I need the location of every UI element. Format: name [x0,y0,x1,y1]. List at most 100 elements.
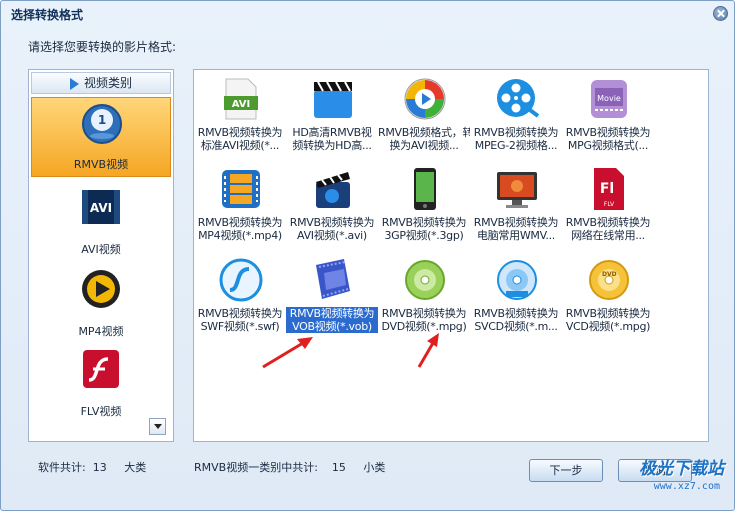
flv-icon [83,350,119,388]
annotation-arrow-icon [417,333,439,368]
category-label: RMVB视频 [73,158,129,171]
format-item-mpeg2[interactable]: RMVB视频转换为 MPEG-2视频格... [470,72,562,156]
format-item-online[interactable]: Fl FLV RMVB视频转换为 网络在线常用... [562,162,654,246]
svg-text:1: 1 [98,113,106,127]
svg-text:AVI: AVI [90,201,112,215]
format-label-line1: RMVB视频转换为 [289,216,375,229]
software-total-label: 软件共计: [38,461,86,474]
format-label-line2: MP4视频(*.mp4) [198,229,282,242]
category-header[interactable]: 视频类别 [31,72,171,94]
format-label-line1: RMVB视频转换为 [197,126,283,139]
format-prompt: 请选择您要转换的影片格式: [28,40,177,54]
phone-icon [414,168,436,210]
title-bar[interactable]: 选择转换格式 [1,1,734,27]
software-total: 软件共计: 13 大类 [38,459,146,475]
mp4-icon [82,270,120,308]
format-label-line1: HD高清RMVB视 [292,126,372,139]
category-panel: 视频类别 1 RMVB视频 AVI AVI视频 MP4视频 FLV视频 [28,69,174,442]
format-item-3gp[interactable]: RMVB视频转换为 3GP视频(*.3gp) [378,162,470,246]
svcd-disc-icon [497,260,537,300]
format-dialog: 选择转换格式 请选择您要转换的影片格式: 视频类别 1 RMVB视频 AVI A… [0,0,735,511]
movie-clapper-icon [316,172,350,208]
software-total-unit: 大类 [124,461,147,474]
monitor-icon [497,172,537,208]
format-label-line1: RMVB视频转换为 [565,216,651,229]
format-label-line1: RMVB视频转换为 [565,307,651,320]
format-item-vob[interactable]: RMVB视频转换为 VOB视频(*.vob) [286,253,378,337]
category-item-mp4[interactable]: MP4视频 [31,263,171,343]
film-strip-icon [222,170,260,208]
format-item-wmv[interactable]: RMVB视频转换为 电脑常用WMV... [470,162,562,246]
format-item-mpg[interactable]: Movie RMVB视频转换为 MPG视频格式(... [562,72,654,156]
category-label: AVI视频 [81,243,121,256]
format-label-line1: RMVB视频转换为 [381,216,467,229]
next-button[interactable]: 下一步 [529,459,603,482]
format-label-line1: RMVB视频转换为 [473,307,559,320]
avi-icon: AVI [82,190,120,224]
format-item-hd[interactable]: HD高清RMVB视 频转换为HD高... [286,72,378,156]
svg-text:FLV: FLV [604,201,615,208]
rmvb-icon: 1 [82,104,122,144]
media-player-icon [404,78,446,120]
watermark-logo: 极光下载站 [639,459,724,479]
format-label-line1: RMVB视频转换为 [197,307,283,320]
format-item-dvd[interactable]: RMVB视频转换为 DVD视频(*.mpg) [378,253,470,337]
category-total: RMVB视频一类别中共计: 15 小类 [194,459,385,475]
close-icon[interactable] [713,6,728,21]
category-header-label: 视频类别 [83,76,132,90]
format-item-swf[interactable]: RMVB视频转换为 SWF视频(*.swf) [194,253,286,337]
format-label-line2: 换为AVI视频... [389,139,459,152]
svg-text:Fl: Fl [600,181,614,197]
format-label-line2: AVI视频(*.avi) [297,229,367,242]
svg-text:Movie: Movie [597,94,621,103]
format-label-line1: RMVB视频转换为 [197,216,283,229]
avi-file-icon: AVI [224,78,258,120]
format-label-line2: 3GP视频(*.3gp) [384,229,464,242]
category-total-label: RMVB视频一类别中共计: [194,461,318,474]
clapperboard-icon [314,81,352,118]
watermark-url: www.xz7.com [653,481,720,492]
format-item-vcd[interactable]: DVD RMVB视频转换为 VCD视频(*.mpg) [562,253,654,337]
format-label-line2: MPEG-2视频格... [474,139,558,152]
category-total-unit: 小类 [363,461,386,474]
format-grid: AVI RMVB视频转换为 标准AVI视频(*... HD高清RMVB视 频转换… [193,69,709,442]
format-label-line2: 电脑常用WMV... [477,229,555,242]
format-label-line2: SVCD视频(*.m... [474,320,558,333]
format-label-line2: 频转换为HD高... [292,139,372,152]
format-item-avi-format[interactable]: RMVB视频格式，转 换为AVI视频... [378,72,470,156]
format-label-line1: RMVB视频格式，转 [378,126,470,139]
svg-text:DVD: DVD [602,271,617,278]
format-label-line2: 标准AVI视频(*... [200,139,280,152]
movie-file-icon: Movie [591,80,627,118]
format-item-mp4[interactable]: RMVB视频转换为 MP4视频(*.mp4) [194,162,286,246]
format-label-line1: RMVB视频转换为 [473,126,559,139]
svg-text:AVI: AVI [232,99,251,110]
format-label-line2: 网络在线常用... [571,229,645,242]
vcd-disc-icon: DVD [589,260,629,300]
category-item-flv[interactable]: FLV视频 [31,343,171,423]
dvd-disc-icon [405,260,445,300]
film-reel-icon [497,79,540,118]
format-label-line1: RMVB视频转换为 [565,126,651,139]
scroll-down-button[interactable] [149,418,166,435]
category-label: FLV视频 [80,405,122,418]
format-item-avi-standard[interactable]: AVI RMVB视频转换为 标准AVI视频(*... [194,72,286,156]
flash-flv-icon: Fl FLV [594,168,624,210]
category-label: MP4视频 [78,325,124,338]
format-label-line1: RMVB视频转换为 [286,307,378,320]
software-total-value: 13 [92,461,107,474]
annotation-arrow-icon [262,337,313,369]
format-item-svcd[interactable]: RMVB视频转换为 SVCD视频(*.m... [470,253,562,337]
category-total-value: 15 [331,461,346,474]
category-item-avi[interactable]: AVI AVI视频 [31,181,171,261]
format-label-line2: MPG视频格式(... [567,139,649,152]
format-label-line1: RMVB视频转换为 [473,216,559,229]
play-triangle-icon [69,77,79,90]
category-item-rmvb[interactable]: 1 RMVB视频 [31,97,171,177]
format-item-avi[interactable]: RMVB视频转换为 AVI视频(*.avi) [286,162,378,246]
vob-film-icon [316,259,350,299]
dialog-title: 选择转换格式 [11,8,84,22]
format-label-line1: RMVB视频转换为 [381,307,467,320]
format-label-line2: VCD视频(*.mpg) [565,320,651,333]
flash-swf-icon [219,258,263,302]
